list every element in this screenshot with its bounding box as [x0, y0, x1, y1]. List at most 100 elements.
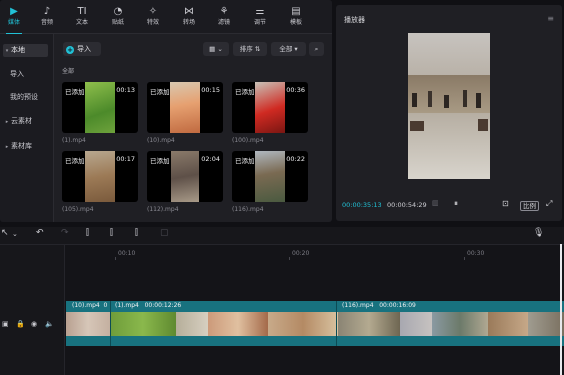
chevron-right-icon: ▸	[5, 144, 9, 150]
clip-thumbnails[interactable]	[66, 312, 564, 336]
adjust-icon: ⚌	[255, 6, 265, 17]
sort-button[interactable]: 排序 ⇅	[233, 42, 267, 56]
media-icon: ▶	[10, 6, 18, 17]
tab-filter-label: 滤镜	[217, 19, 230, 26]
filter-button[interactable]: 全部 ▾	[271, 42, 306, 56]
sidebar-item-import[interactable]: 导入	[10, 68, 55, 81]
sticker-icon: ◔	[113, 6, 123, 17]
tab-filter[interactable]: ⚘ 滤镜	[207, 3, 241, 31]
fullscreen-icon[interactable]: ⤢	[546, 199, 552, 209]
tab-sticker-label: 贴纸	[111, 19, 124, 26]
thumbnail	[255, 82, 285, 133]
tab-transition[interactable]: ⋈ 转场	[172, 3, 206, 31]
added-badge: 已添加	[65, 88, 85, 96]
cover-icon[interactable]: ▣	[2, 320, 9, 328]
split-icon[interactable]: ⫿	[86, 228, 89, 238]
delete-icon: ▢	[160, 228, 169, 238]
pointer-icon[interactable]: ↖	[1, 228, 9, 238]
media-card[interactable]: 已添加 02:04	[147, 151, 223, 202]
ruler-tick	[289, 257, 290, 260]
template-icon: ▤	[291, 6, 301, 17]
sidebar-item-presets[interactable]: 我的预设	[10, 91, 55, 104]
chevron-down-icon: ▾	[5, 48, 9, 54]
effects-icon: ✧	[148, 6, 158, 17]
tab-audio-label: 音频	[40, 19, 53, 26]
search-icon: ⌕	[314, 45, 319, 53]
trim-right-icon[interactable]: ⫿	[135, 228, 138, 238]
media-filename: (105).mp4	[62, 206, 94, 213]
current-time: 00:00:35:13	[342, 201, 382, 209]
sidebar: ▾ 本地 导入 我的预设 ▸ 云素材 ▸ 素材库	[0, 34, 54, 222]
tab-sticker[interactable]: ◔ 贴纸	[101, 3, 135, 31]
sidebar-item-cloud[interactable]: ▸ 云素材	[3, 115, 48, 128]
added-badge: 已添加	[150, 88, 170, 96]
clip-separator	[336, 301, 337, 346]
media-card[interactable]: 已添加 00:36	[232, 82, 308, 133]
plus-icon: +	[66, 46, 74, 54]
tab-adjust[interactable]: ⚌ 调节	[243, 3, 277, 31]
playhead[interactable]	[560, 244, 562, 375]
player-panel: 播放器 ≡ 00:00:35:13 00:00:54:29 ▥ ⏸ ⊡ 比例 ⤢	[336, 5, 562, 221]
duration: 00:15	[201, 86, 220, 94]
duration: 00:13	[116, 86, 135, 94]
media-card[interactable]: 已添加 00:22	[232, 151, 308, 202]
tab-audio[interactable]: ♪ 音频	[30, 3, 64, 31]
sidebar-item-local[interactable]: ▾ 本地	[3, 44, 48, 57]
import-button[interactable]: + 导入	[63, 42, 101, 56]
trim-left-icon[interactable]: ⫿	[110, 228, 113, 238]
tab-template-label: 模板	[289, 19, 302, 26]
ruler-tick	[464, 257, 465, 260]
undo-icon[interactable]: ↶	[36, 228, 44, 238]
media-filename: (1).mp4	[62, 137, 86, 144]
sidebar-item-library[interactable]: ▸ 素材库	[3, 140, 48, 153]
filter-icon: ⚘	[219, 6, 229, 17]
added-badge: 已添加	[235, 157, 255, 165]
media-card[interactable]: 已添加 00:17	[62, 151, 138, 202]
eye-icon[interactable]: ◉	[31, 320, 37, 328]
clip-label: (116).mp4 00:00:16:09	[342, 302, 416, 309]
duration: 00:36	[286, 86, 305, 94]
tab-template[interactable]: ▤ 模板	[279, 3, 313, 31]
view-mode-button[interactable]: ▦ ⌄	[203, 42, 229, 56]
media-filename: (112).mp4	[147, 206, 179, 213]
transition-icon: ⋈	[184, 6, 194, 17]
top-toolbar: ▶ 媒体 ♪ 音频 TI 文本 ◔ 贴纸 ✧ 特效 ⋈ 转场 ⚘ 滤镜 ⚌ 调节	[0, 0, 332, 34]
tab-adjust-label: 调节	[253, 19, 266, 26]
lock-icon[interactable]: 🔒	[16, 320, 25, 328]
sort-icon: ⇅	[254, 45, 261, 53]
microphone-icon[interactable]: 🎙	[533, 228, 544, 238]
player-title: 播放器	[344, 16, 365, 24]
redo-icon: ↷	[61, 228, 69, 238]
added-badge: 已添加	[235, 88, 255, 96]
sort-label: 排序	[239, 45, 253, 53]
tab-media[interactable]: ▶ 媒体	[0, 3, 31, 34]
tab-media-label: 媒体	[7, 19, 20, 26]
fit-icon[interactable]: ⊡	[502, 199, 509, 208]
tab-text-label: 文本	[75, 19, 88, 26]
duration: 00:22	[286, 155, 305, 163]
chevron-down-icon[interactable]: ⌄	[12, 230, 18, 238]
sidebar-item-label: 素材库	[11, 142, 32, 150]
pause-button[interactable]: ⏸	[454, 199, 458, 209]
menu-icon[interactable]: ≡	[547, 14, 554, 23]
frame-icon[interactable]: ▥	[432, 199, 439, 207]
search-button[interactable]: ⌕	[309, 42, 324, 56]
added-badge: 已添加	[150, 157, 170, 165]
duration: 02:04	[201, 155, 220, 163]
chevron-right-icon: ▸	[5, 119, 9, 125]
thumbnail	[170, 82, 200, 133]
grid-view-icon: ▦ ⌄	[209, 45, 223, 53]
import-label: 导入	[77, 45, 91, 53]
thumbnail	[255, 151, 285, 202]
video-preview[interactable]	[408, 33, 490, 179]
tab-text[interactable]: TI 文本	[65, 3, 99, 31]
text-icon: TI	[77, 6, 87, 17]
section-label: 全部	[62, 68, 75, 75]
media-card[interactable]: 已添加 00:13	[62, 82, 138, 133]
media-card[interactable]: 已添加 00:15	[147, 82, 223, 133]
ratio-button[interactable]: 比例	[520, 201, 539, 211]
volume-icon[interactable]: 🔈	[45, 320, 54, 328]
clip-separator	[110, 301, 111, 346]
tab-effects[interactable]: ✧ 特效	[136, 3, 170, 31]
filter-icon: ▾	[294, 45, 298, 53]
